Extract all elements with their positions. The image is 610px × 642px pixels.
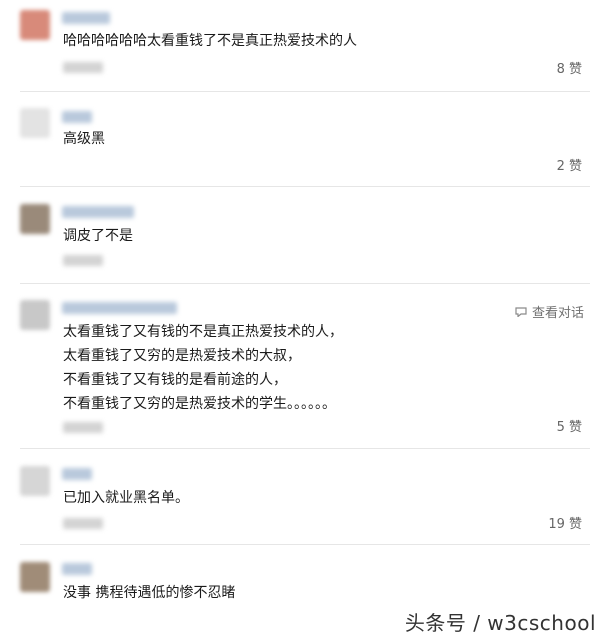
comment-text: 没事 携程待遇低的惨不忍睹 <box>63 585 236 601</box>
comment-text: 哈哈哈哈哈哈太看重钱了不是真正热爱技术的人 <box>63 33 357 49</box>
like-count[interactable]: 8 赞 <box>557 58 582 77</box>
comment-text-line: 太看重钱了又穷的是热爱技术的大叔， <box>63 348 301 364</box>
comment-text: 高级黑 <box>63 131 105 147</box>
comment-time-blurred <box>63 518 103 529</box>
divider <box>20 283 590 284</box>
divider <box>20 91 590 92</box>
username-blurred[interactable] <box>62 563 92 575</box>
comment-time-blurred <box>63 62 103 73</box>
view-dialog-link[interactable]: 查看对话 <box>515 302 584 321</box>
view-dialog-label: 查看对话 <box>531 306 584 321</box>
comment-text: 调皮了不是 <box>63 228 133 244</box>
comment-text-line: 不看重钱了又穷的是热爱技术的学生。。。。。。 <box>63 396 336 412</box>
chat-bubble-icon <box>515 306 527 317</box>
like-count[interactable]: 19 赞 <box>548 513 582 532</box>
username-blurred[interactable] <box>62 206 134 218</box>
like-count[interactable]: 5 赞 <box>557 416 582 435</box>
avatar[interactable] <box>20 300 50 330</box>
avatar[interactable] <box>20 10 50 40</box>
watermark: 头条号 / w3cschool <box>404 611 596 635</box>
avatar[interactable] <box>20 204 50 234</box>
username-blurred[interactable] <box>62 302 177 314</box>
avatar[interactable] <box>20 108 50 138</box>
comment-text-line: 不看重钱了又有钱的是看前途的人， <box>63 372 287 388</box>
comment-text: 已加入就业黑名单。 <box>63 490 189 506</box>
comment-time-blurred <box>63 255 103 266</box>
avatar[interactable] <box>20 562 50 592</box>
username-blurred[interactable] <box>62 111 92 123</box>
avatar[interactable] <box>20 466 50 496</box>
divider <box>20 448 590 449</box>
like-count[interactable]: 2 赞 <box>557 155 582 174</box>
divider <box>20 186 590 187</box>
divider <box>20 544 590 545</box>
username-blurred[interactable] <box>62 468 92 480</box>
comment-time-blurred <box>63 422 103 433</box>
comment-text-line: 太看重钱了又有钱的不是真正热爱技术的人， <box>63 324 343 340</box>
username-blurred[interactable] <box>62 12 110 24</box>
